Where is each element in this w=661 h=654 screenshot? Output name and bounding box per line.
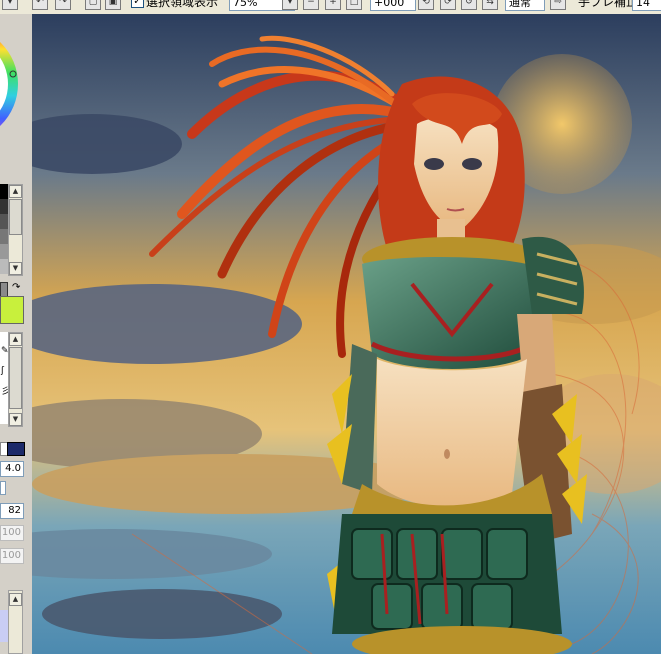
right-eye [462,158,482,170]
swatch-scrollbar[interactable]: ▲ ▼ [8,184,23,276]
shape-option-2[interactable] [7,442,25,456]
brush-list[interactable]: ✎ ʃ 彡 [0,332,10,424]
selection-display-label: 選択領域表示 [146,0,219,9]
zoom-out-button[interactable]: − [303,0,319,10]
invert-selection-button[interactable]: ▣ [105,0,121,10]
density-field[interactable]: 82 [0,503,24,519]
value-2: 100 [1,550,21,561]
stabilizer-field[interactable]: 14 [632,0,661,11]
deselect-button[interactable]: ▢ [85,0,101,10]
density-value: 82 [8,505,21,516]
torso [377,359,527,508]
swap-colors-icon[interactable]: ↷ [12,282,20,293]
zoom-value: 75% [233,0,258,9]
stabilizer-value: 14 [636,0,650,9]
zoom-dropdown-icon[interactable]: ▾ [282,0,298,10]
zoom-in-button[interactable]: + [325,0,341,10]
illustration [32,14,661,654]
scroll-down-icon[interactable]: ▼ [9,262,22,275]
rotate-reset-button[interactable]: ↺ [461,0,477,10]
menu-dropdown-icon[interactable]: ▾ [2,0,18,10]
brush-icon: ʃ [1,366,5,376]
undo-button[interactable]: ↶ [32,0,48,10]
value-field-1[interactable]: 100 [0,525,24,541]
mode-select[interactable]: 通常 [505,0,545,11]
rotate-left-button[interactable]: ⟲ [418,0,434,10]
left-tool-panel: ▲ ▼ ↷ ✎ ʃ 彡 ▲ ▼ 4.0 82 100 100 ▲ [0,14,33,654]
selection-display-checkbox[interactable]: ✓ [131,0,144,8]
value-1: 100 [1,527,21,538]
navel [444,449,450,459]
scroll-up-icon[interactable]: ▲ [9,593,22,606]
preview-swatch [0,610,8,642]
left-eye [424,158,444,170]
mode-value: 通常 [509,0,531,9]
swatch-grid[interactable] [0,184,8,274]
brush-size-field[interactable]: 4.0 [0,461,24,477]
bottom-scrollbar[interactable]: ▲ [8,590,23,654]
flip-button[interactable]: ⇆ [482,0,498,10]
min-size-field[interactable] [0,481,6,495]
rotation-field[interactable]: +000 [370,0,416,11]
brush-scrollbar[interactable]: ▲ ▼ [8,332,23,427]
scroll-up-icon[interactable]: ▲ [9,185,22,198]
mode-toggle-button[interactable]: ⇨ [550,0,566,10]
scroll-up-icon[interactable]: ▲ [9,333,22,346]
primary-color-box[interactable] [0,296,24,324]
rotate-right-button[interactable]: ⟳ [440,0,456,10]
top-toolbar: ▾ ↶ ↷ ▢ ▣ ✓ 選択領域表示 75% ▾ − + □ +000 ⟲ ⟳ … [0,0,661,15]
rotation-value: +000 [374,0,405,9]
redo-button[interactable]: ↷ [55,0,71,10]
scroll-thumb[interactable] [9,347,22,409]
drawing-canvas[interactable] [32,14,661,654]
scroll-down-icon[interactable]: ▼ [9,413,22,426]
scroll-thumb[interactable] [9,199,22,235]
stabilizer-label: 手ブレ補正 [578,0,639,9]
zoom-reset-button[interactable]: □ [346,0,362,10]
value-field-2[interactable]: 100 [0,548,24,564]
brush-size-value: 4.0 [5,463,21,474]
color-wheel[interactable] [0,34,20,154]
